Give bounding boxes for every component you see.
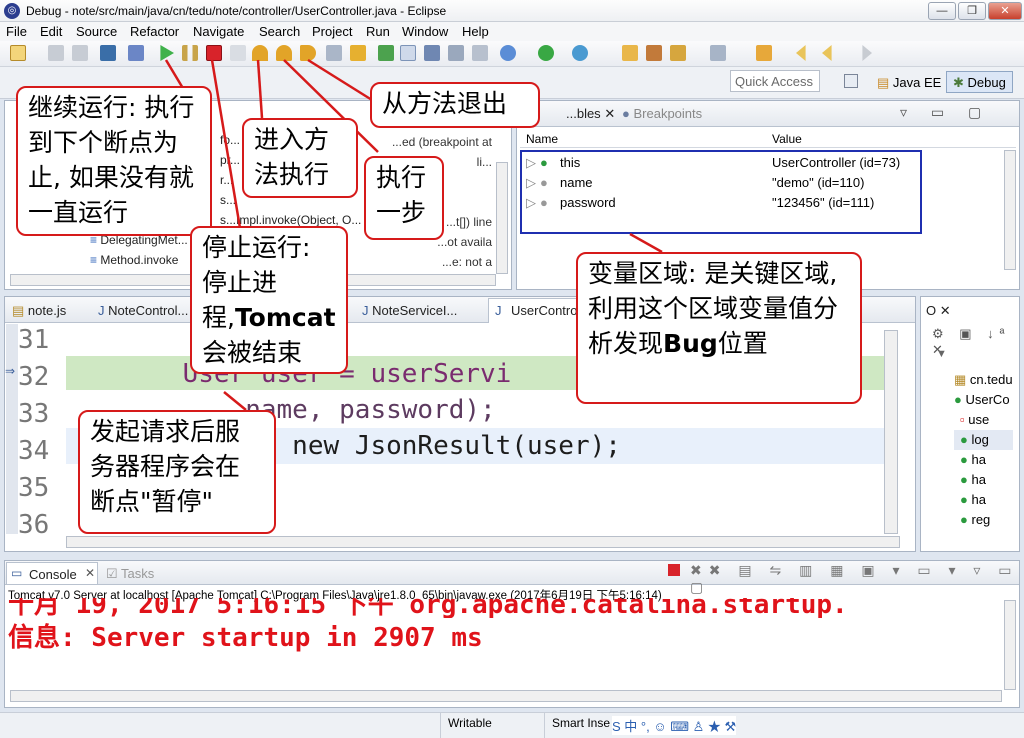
callout-terminate-tomcat: Tomcat	[234, 303, 336, 332]
callout-resume: 继续运行: 执行到下个断点为止, 如果没有就一直运行	[16, 86, 212, 236]
callout-terminate: 停止运行: 停止进程,Tomcat会被结束	[190, 226, 348, 374]
callout-step-return-text: 从方法退出	[382, 89, 508, 118]
callout-terminate-text-end: 会被结束	[202, 338, 303, 367]
callout-variables-bug: Bug	[663, 329, 718, 358]
arrow-terminate	[210, 59, 242, 229]
callout-variables: 变量区域: 是关键区域, 利用这个区域变量值分析发现Bug位置	[576, 252, 862, 404]
callout-pause-text: 发起请求后服务器程序会在断点"暂停"	[90, 417, 241, 516]
arrow-breakpoint	[223, 391, 247, 411]
arrow-step-into	[256, 59, 264, 119]
callout-step-into: 进入方法执行	[242, 118, 358, 198]
arrow-variables	[629, 232, 663, 254]
callout-breakpoint-pause: 发起请求后服务器程序会在断点"暂停"	[78, 410, 276, 534]
callout-step-over-text: 执行一步	[376, 163, 427, 227]
callout-step-into-text: 进入方法执行	[254, 125, 330, 189]
callout-step-return: 从方法退出	[370, 82, 540, 128]
callout-step-over: 执行一步	[364, 156, 444, 240]
callout-variables-text-end: 位置	[717, 329, 768, 358]
callout-resume-text: 继续运行: 执行到下个断点为止, 如果没有就一直运行	[28, 93, 195, 227]
